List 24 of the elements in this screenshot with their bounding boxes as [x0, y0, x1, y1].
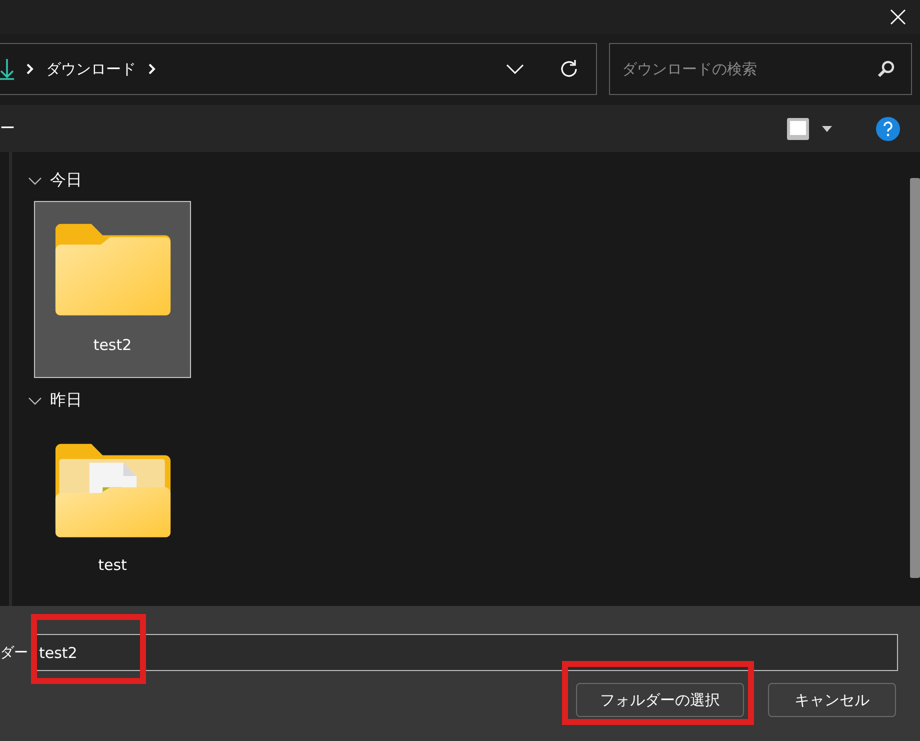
chevron-right-icon — [148, 63, 156, 76]
group-header[interactable]: 今日 — [22, 166, 88, 196]
folder-tile[interactable]: test — [34, 421, 191, 598]
search-icon — [877, 60, 895, 78]
search-box[interactable]: ダウンロードの検索 — [609, 43, 912, 96]
search-field[interactable]: ダウンロードの検索 — [620, 59, 877, 80]
breadcrumb-item[interactable]: ダウンロード — [46, 60, 136, 79]
view-icon — [786, 116, 810, 141]
help-button[interactable] — [874, 114, 902, 143]
toolbar-label[interactable]: ー — [0, 119, 15, 138]
folder-tile[interactable]: test2 — [34, 201, 191, 378]
history-dropdown-button[interactable] — [504, 62, 526, 76]
folder-name-input[interactable]: test2 — [39, 644, 891, 662]
scrollbar-thumb[interactable] — [910, 178, 920, 578]
download-icon — [0, 58, 14, 80]
folder-name: test2 — [93, 336, 132, 354]
group-header[interactable]: 昨日 — [22, 386, 88, 416]
folder-name: test — [98, 556, 127, 574]
caret-icon — [822, 126, 832, 132]
select-folder-button[interactable]: フォルダーの選択 — [576, 683, 744, 718]
folder-label: ダー — [0, 644, 28, 662]
address-bar[interactable]: ダウンロード — [0, 43, 597, 96]
cancel-button[interactable]: キャンセル — [768, 683, 896, 718]
chevron-right-icon — [26, 63, 34, 76]
